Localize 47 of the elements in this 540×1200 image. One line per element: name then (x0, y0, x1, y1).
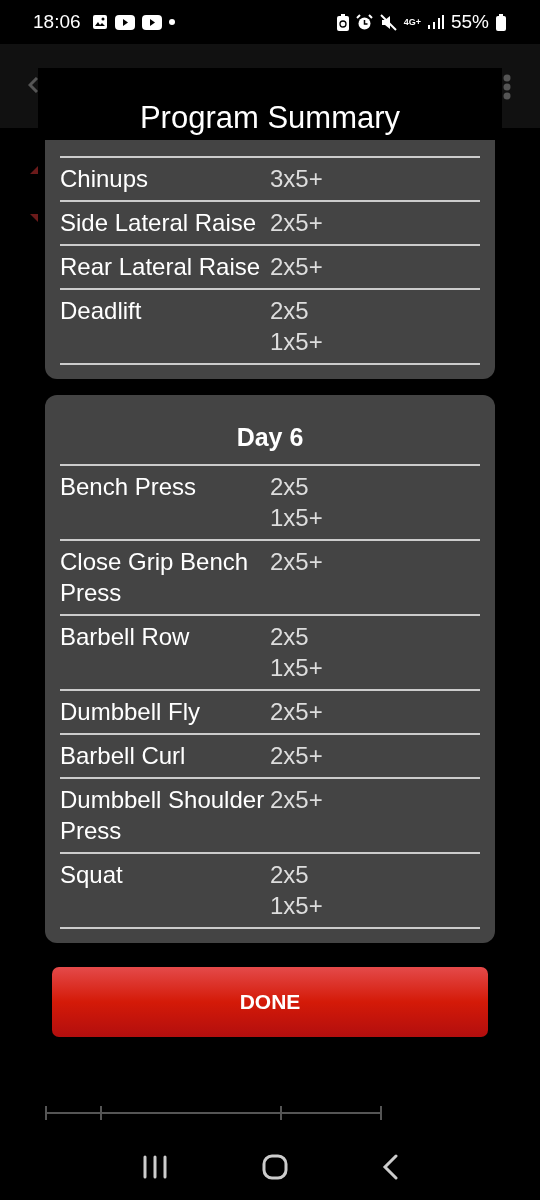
status-time: 18:06 (33, 11, 81, 33)
sets-reps: 3x5+ (270, 164, 323, 194)
exercise-name: Dumbbell Fly (60, 697, 202, 727)
exercise-name: Bench Press (60, 472, 198, 502)
signal-icon (427, 15, 444, 29)
recent-apps-icon[interactable] (142, 1155, 168, 1179)
battery-percent: 55% (450, 11, 489, 33)
alarm-icon (355, 13, 373, 31)
play-icon (141, 14, 162, 30)
exercise-name: Close Grip Bench Press (60, 547, 250, 608)
sets-reps: 1x5+ (270, 653, 323, 683)
exercise-name: Barbell Curl (60, 741, 187, 771)
sets-reps: 1x5+ (270, 327, 323, 357)
triangle-icon (30, 214, 38, 222)
sets-reps: 2x5 (270, 860, 309, 890)
sets-reps: 2x5+ (270, 547, 323, 577)
play-icon (114, 14, 135, 30)
battery-icon (496, 13, 506, 31)
back-icon[interactable] (382, 1154, 398, 1180)
done-button[interactable]: DONE (52, 967, 488, 1037)
sets-reps: 2x5 (270, 622, 309, 652)
sets-reps: 2x5+ (270, 785, 323, 815)
more-icon[interactable] (503, 74, 511, 100)
exercise-name: Side Lateral Raise (60, 208, 258, 238)
sets-reps: 2x5+ (270, 697, 323, 727)
sets-reps: 2x5+ (270, 208, 323, 238)
battery-saver-icon (336, 13, 349, 31)
exercise-name: Squat (60, 860, 124, 890)
sets-reps: 1x5+ (270, 891, 323, 921)
exercise-name: Dumbbell Shoulder Press (60, 785, 266, 846)
dialog-title: Program Summary (138, 99, 402, 137)
triangle-icon (30, 166, 38, 174)
sets-reps: 2x5+ (270, 252, 323, 282)
sets-reps: 2x5 (270, 296, 309, 326)
exercise-name: Barbell Row (60, 622, 191, 652)
dot-icon (168, 19, 175, 25)
mute-icon (379, 13, 397, 31)
sets-reps: 2x5+ (270, 741, 323, 771)
network-type: 4G+ (403, 17, 421, 27)
sets-reps: 1x5+ (270, 503, 323, 533)
exercise-name: Chinups (60, 164, 150, 194)
exercise-name: Deadlift (60, 296, 143, 326)
image-icon (91, 14, 108, 30)
home-icon[interactable] (262, 1154, 288, 1180)
day-title: Day 6 (60, 395, 480, 466)
exercise-name: Rear Lateral Raise (60, 252, 262, 282)
sets-reps: 2x5 (270, 472, 309, 502)
